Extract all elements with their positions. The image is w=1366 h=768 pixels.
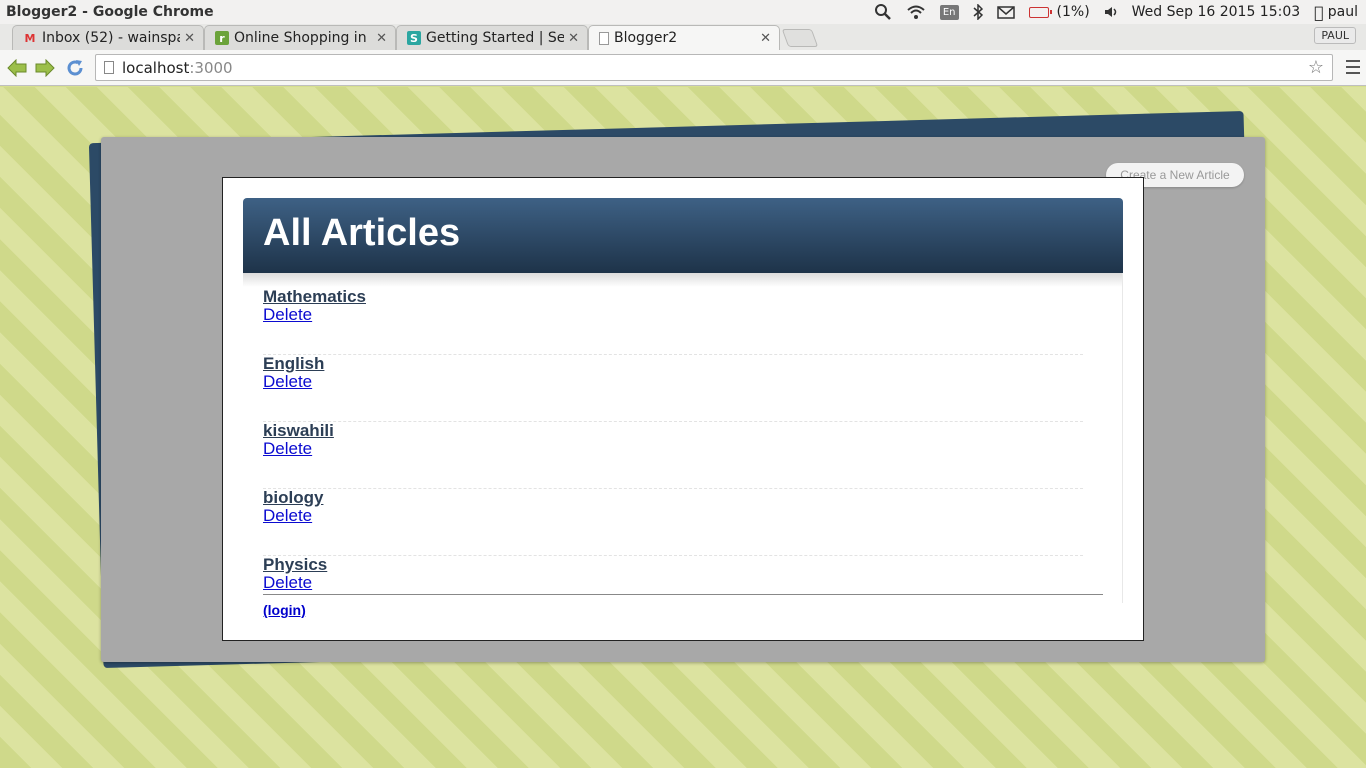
search-icon[interactable] bbox=[874, 3, 892, 21]
close-tab-icon[interactable]: ✕ bbox=[184, 31, 195, 46]
login-link[interactable]: (login) bbox=[263, 602, 306, 618]
delete-link[interactable]: Delete bbox=[263, 440, 1083, 458]
apple-icon:  bbox=[1314, 3, 1324, 22]
delete-link[interactable]: Delete bbox=[263, 306, 1083, 324]
article-list: Mathematics Delete English Delete kiswah… bbox=[263, 288, 1083, 623]
page-icon bbox=[104, 61, 114, 74]
list-item: Mathematics Delete bbox=[263, 288, 1083, 355]
list-item: kiswahili Delete bbox=[263, 422, 1083, 489]
back-arrow-icon bbox=[7, 59, 27, 77]
page-viewport: Create a New Article All Articles Mathem… bbox=[0, 87, 1366, 768]
profile-button[interactable]: PAUL bbox=[1314, 27, 1356, 44]
mail-icon[interactable] bbox=[996, 5, 1015, 19]
page-header: All Articles bbox=[243, 198, 1123, 273]
delete-link[interactable]: Delete bbox=[263, 507, 1083, 525]
gmail-icon: M bbox=[24, 31, 36, 45]
window-title: Blogger2 - Google Chrome bbox=[6, 4, 214, 20]
tab-blogger2[interactable]: Blogger2 ✕ bbox=[588, 25, 780, 50]
close-tab-icon[interactable]: ✕ bbox=[376, 31, 387, 46]
forward-arrow-icon bbox=[35, 59, 55, 77]
footer-divider bbox=[263, 594, 1103, 595]
system-tray: En (1%) Wed Sep 16 2015 15:03  paul bbox=[874, 3, 1366, 22]
chrome-menu-icon[interactable] bbox=[1346, 60, 1360, 74]
volume-icon[interactable] bbox=[1104, 5, 1118, 19]
reload-icon bbox=[67, 60, 83, 76]
page-title: All Articles bbox=[263, 212, 461, 254]
header-shadow bbox=[243, 273, 1123, 287]
delete-link[interactable]: Delete bbox=[263, 574, 1083, 592]
wifi-icon[interactable] bbox=[906, 4, 926, 20]
username: paul bbox=[1327, 4, 1358, 20]
battery-indicator[interactable]: (1%) bbox=[1028, 4, 1090, 20]
user-menu[interactable]:  paul bbox=[1314, 3, 1358, 22]
article-title-link[interactable]: Mathematics bbox=[263, 288, 1083, 306]
delete-link[interactable]: Delete bbox=[263, 373, 1083, 391]
battery-icon bbox=[1028, 6, 1052, 18]
tab-label: Blogger2 bbox=[614, 30, 678, 46]
tab-label: Inbox (52) - wainspa bbox=[42, 30, 181, 46]
list-item: English Delete bbox=[263, 355, 1083, 422]
forward-button[interactable] bbox=[34, 57, 56, 79]
article-title-link[interactable]: kiswahili bbox=[263, 422, 1083, 440]
tab-label: Getting Started | Ser bbox=[426, 30, 565, 46]
keyboard-layout-icon[interactable]: En bbox=[939, 4, 959, 20]
list-item: Physics Delete bbox=[263, 556, 1083, 623]
clock[interactable]: Wed Sep 16 2015 15:03 bbox=[1132, 4, 1301, 20]
page-icon bbox=[599, 31, 609, 45]
close-tab-icon[interactable]: ✕ bbox=[568, 31, 579, 46]
article-title-link[interactable]: English bbox=[263, 355, 1083, 373]
s-site-icon: S bbox=[407, 31, 421, 45]
os-top-bar: Blogger2 - Google Chrome En (1%) Wed Sep… bbox=[0, 0, 1366, 24]
content-panel: All Articles Mathematics Delete English … bbox=[222, 177, 1144, 641]
browser-toolbar: localhost :3000 ☆ bbox=[0, 50, 1366, 86]
reload-button[interactable] bbox=[64, 57, 86, 79]
bookmark-star-icon[interactable]: ☆ bbox=[1308, 57, 1324, 78]
bluetooth-icon[interactable] bbox=[973, 4, 983, 20]
tab-online-shopping[interactable]: r Online Shopping in I ✕ bbox=[204, 25, 396, 50]
gray-card: Create a New Article All Articles Mathem… bbox=[101, 137, 1265, 662]
url-port: :3000 bbox=[189, 58, 233, 77]
content-divider bbox=[1122, 273, 1123, 603]
article-title-link[interactable]: biology bbox=[263, 489, 1083, 507]
url-host: localhost bbox=[122, 58, 190, 77]
back-button[interactable] bbox=[6, 57, 28, 79]
r-site-icon: r bbox=[215, 31, 229, 45]
tab-inbox[interactable]: M Inbox (52) - wainspa ✕ bbox=[12, 25, 204, 50]
article-title-link[interactable]: Physics bbox=[263, 556, 1083, 574]
close-tab-icon[interactable]: ✕ bbox=[760, 31, 771, 46]
new-tab-button[interactable] bbox=[781, 29, 819, 47]
tab-getting-started[interactable]: S Getting Started | Ser ✕ bbox=[396, 25, 588, 50]
tab-label: Online Shopping in I bbox=[234, 30, 373, 46]
battery-percent: (1%) bbox=[1056, 4, 1090, 20]
tab-strip: M Inbox (52) - wainspa ✕ r Online Shoppi… bbox=[0, 24, 1366, 50]
list-item: biology Delete bbox=[263, 489, 1083, 556]
address-bar[interactable]: localhost :3000 ☆ bbox=[95, 54, 1333, 81]
